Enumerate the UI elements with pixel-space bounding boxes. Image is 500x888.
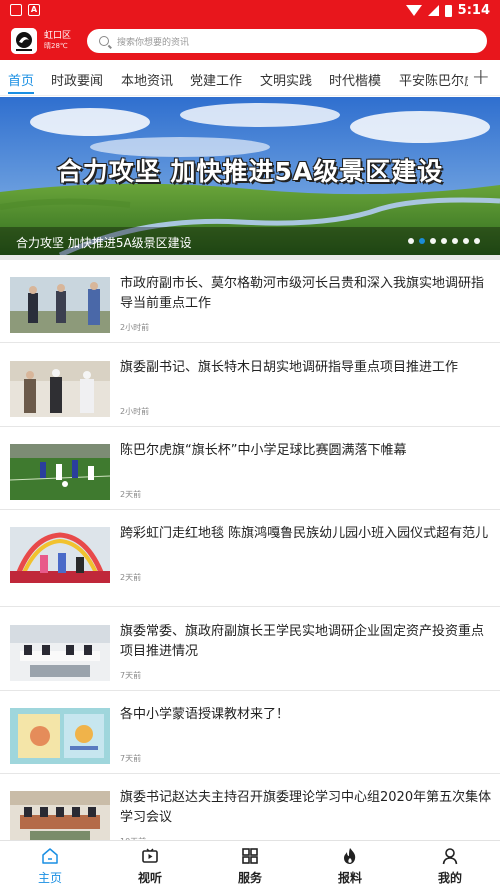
news-title: 旗委副书记、旗长特木日胡实地调研指导重点项目推进工作 — [120, 360, 459, 375]
notification-icon — [10, 4, 22, 16]
grid-icon — [242, 848, 258, 864]
tab-party-building[interactable]: 党建工作 — [190, 70, 242, 89]
battery-icon — [444, 4, 452, 17]
news-time: 7天前 — [120, 671, 142, 680]
nav-label: 主页 — [37, 871, 62, 885]
carousel-dot[interactable] — [430, 238, 436, 244]
news-title: 旗委常委、旗政府副旗长王学民实地调研企业固定资产投资重点项目推进情况 — [120, 624, 485, 659]
news-title: 各中小学蒙语授课教材来了！ — [120, 707, 290, 722]
home-icon — [42, 848, 58, 864]
news-item[interactable]: 旗委书记赵达夫主持召开旗委理论学习中心组2020年第五次集体学习会议 10天前 — [0, 774, 500, 847]
app-logo[interactable] — [11, 28, 37, 54]
banner-caption: 合力攻坚 加快推进5A级景区建设 — [16, 236, 192, 250]
news-item[interactable]: 陈巴尔虎旗“旗长杯”中小学足球比赛圆满落下帷幕 2天前 — [0, 427, 500, 510]
tab-safe-chenbaerhu[interactable]: 平安陈巴尔虎 — [399, 70, 468, 89]
user-icon — [442, 848, 458, 865]
carousel-dot[interactable] — [441, 238, 447, 244]
signal-icon — [427, 5, 439, 16]
location-weather[interactable]: 虹口区 晴28℃ — [44, 31, 71, 51]
news-thumbnail — [10, 361, 110, 417]
tab-local-news[interactable]: 本地资讯 — [121, 70, 173, 89]
news-title: 旗委书记赵达夫主持召开旗委理论学习中心组2020年第五次集体学习会议 — [120, 790, 492, 825]
news-title: 跨彩虹门走红地毯 陈旗鸿嘎鲁民族幼儿园小班入园仪式超有范儿 — [120, 526, 489, 541]
carousel-dot-active[interactable] — [419, 238, 425, 244]
weather-temperature: 晴28℃ — [44, 42, 68, 50]
news-time: 2天前 — [120, 573, 142, 582]
news-thumbnail — [10, 527, 110, 583]
news-item[interactable]: 旗委常委、旗政府副旗长王学民实地调研企业固定资产投资重点项目推进情况 7天前 — [0, 608, 500, 691]
nav-profile[interactable]: 我的 — [400, 841, 500, 888]
carousel-dot[interactable] — [463, 238, 469, 244]
city-name: 虹口区 — [44, 31, 72, 41]
app-header: 虹口区 晴28℃ 搜索你想要的资讯 — [0, 22, 500, 60]
news-item[interactable]: 市政府副市长、莫尔格勒河市级河长吕贵和深入我旗实地调研指导当前重点工作 2小时前 — [0, 260, 500, 343]
app-notification-icon: A — [28, 4, 40, 16]
tab-civilization[interactable]: 文明实践 — [260, 70, 312, 89]
news-thumbnail — [10, 444, 110, 500]
tabs-scroll[interactable]: 首页 时政要闻 本地资讯 党建工作 文明实践 时代楷模 平安陈巴尔虎 — [0, 60, 468, 96]
nav-services[interactable]: 服务 — [200, 841, 300, 888]
nav-label: 视听 — [137, 871, 162, 885]
notification-icons: A — [10, 4, 40, 16]
news-time: 7天前 — [120, 754, 142, 763]
add-channel-icon[interactable]: + — [472, 65, 490, 90]
carousel-dot[interactable] — [452, 238, 458, 244]
news-time: 2小时前 — [120, 323, 150, 332]
tab-home[interactable]: 首页 — [8, 70, 34, 89]
news-item[interactable]: 各中小学蒙语授课教材来了！ 7天前 — [0, 691, 500, 774]
banner-carousel[interactable]: 合力攻坚 加快推进5A级景区建设 合力攻坚 加快推进5A级景区建设 — [0, 97, 500, 255]
news-time: 2天前 — [120, 490, 142, 499]
tab-politics[interactable]: 时政要闻 — [51, 70, 103, 89]
search-box[interactable]: 搜索你想要的资讯 — [87, 29, 487, 53]
news-thumbnail — [10, 708, 110, 764]
tab-role-models[interactable]: 时代楷模 — [329, 70, 381, 89]
news-title: 陈巴尔虎旗“旗长杯”中小学足球比赛圆满落下帷幕 — [120, 443, 407, 458]
news-thumbnail — [10, 625, 110, 681]
news-thumbnail — [10, 791, 110, 847]
news-thumbnail — [10, 277, 110, 333]
wifi-icon — [405, 5, 422, 16]
carousel-dot[interactable] — [474, 238, 480, 244]
nav-report[interactable]: 报料 — [300, 841, 400, 888]
banner-caption-bar: 合力攻坚 加快推进5A级景区建设 — [0, 227, 500, 255]
news-item[interactable]: 跨彩虹门走红地毯 陈旗鸿嘎鲁民族幼儿园小班入园仪式超有范儿 2天前 — [0, 510, 500, 607]
nav-home[interactable]: 主页 — [0, 841, 100, 888]
carousel-dot[interactable] — [408, 238, 414, 244]
bottom-navigation: 主页 视听 服务 报料 我的 — [0, 840, 500, 888]
nav-label: 我的 — [437, 871, 462, 885]
news-item[interactable]: 旗委副书记、旗长特木日胡实地调研指导重点项目推进工作 2小时前 — [0, 344, 500, 427]
carousel-dots — [408, 238, 480, 244]
status-bar: A 5:14 — [0, 0, 500, 22]
news-time: 2小时前 — [120, 407, 150, 416]
banner-headline: 合力攻坚 加快推进5A级景区建设 — [56, 157, 444, 186]
nav-label: 服务 — [237, 871, 262, 885]
nav-video[interactable]: 视听 — [100, 841, 200, 888]
video-icon — [142, 848, 158, 863]
nav-label: 报料 — [337, 871, 362, 885]
clock: 5:14 — [457, 3, 490, 18]
news-title: 市政府副市长、莫尔格勒河市级河长吕贵和深入我旗实地调研指导当前重点工作 — [120, 276, 485, 311]
search-icon — [99, 36, 109, 46]
search-placeholder: 搜索你想要的资讯 — [117, 37, 190, 48]
channel-tabs: 首页 时政要闻 本地资讯 党建工作 文明实践 时代楷模 平安陈巴尔虎 + — [0, 60, 500, 96]
system-indicators: 5:14 — [405, 3, 490, 18]
active-tab-indicator — [8, 92, 34, 94]
fire-icon — [344, 848, 356, 864]
